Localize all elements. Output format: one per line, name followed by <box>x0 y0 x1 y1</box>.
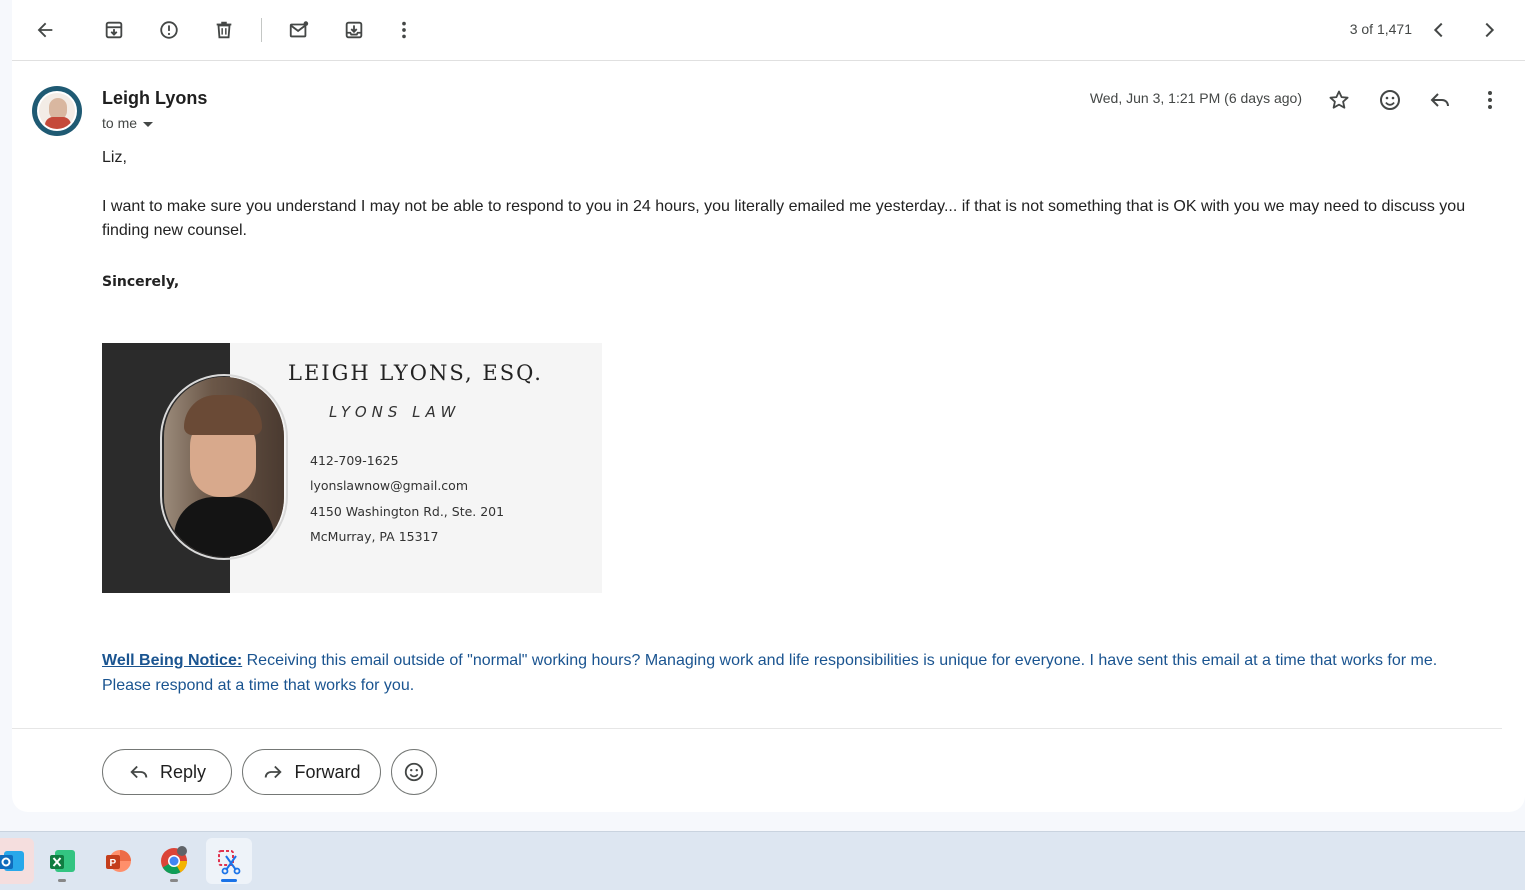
chevron-left-icon <box>1433 22 1443 38</box>
taskbar-powerpoint[interactable]: P <box>95 838 141 884</box>
toolbar-divider <box>261 18 262 42</box>
signature-photo <box>164 377 284 557</box>
more-vert-icon <box>1488 91 1492 109</box>
signature-address-line2: McMurray, PA 15317 <box>310 529 439 544</box>
signature-name: LEIGH LYONS, ESQ. <box>288 361 543 385</box>
email-toolbar: 3 of 1,471 <box>12 0 1525 61</box>
reply-icon <box>1430 93 1449 107</box>
delete-icon <box>216 21 232 39</box>
signature-card: LEIGH LYONS, ESQ. LYONS LAW 412-709-1625… <box>102 343 602 593</box>
more-vert-icon <box>402 21 406 39</box>
message-more-button[interactable] <box>1470 80 1510 120</box>
sender-name[interactable]: Leigh Lyons <box>102 88 207 109</box>
back-arrow-icon <box>37 22 53 38</box>
to-me-label: to me <box>102 115 138 131</box>
greeting: Liz, <box>102 149 127 166</box>
windows-taskbar: P <box>0 831 1525 890</box>
star-icon <box>1329 90 1349 109</box>
message-date: Wed, Jun 3, 1:21 PM (6 days ago) <box>1089 90 1302 106</box>
pager-count: 3 of 1,471 <box>1349 21 1412 37</box>
reply-button[interactable] <box>1420 80 1460 120</box>
emoji-reaction-button[interactable] <box>391 749 437 795</box>
signature-address-line1: 4150 Washington Rd., Ste. 201 <box>310 504 505 519</box>
running-indicator <box>58 879 66 882</box>
closing: Sincerely, <box>102 274 180 290</box>
forward-icon <box>265 765 283 779</box>
excel-icon <box>50 850 75 872</box>
newer-button[interactable] <box>1419 12 1459 48</box>
archive-button[interactable] <box>94 12 134 48</box>
reply-label: Reply <box>159 761 207 782</box>
outlook-icon <box>0 851 24 871</box>
signature-phone: 412-709-1625 <box>310 453 399 468</box>
star-button[interactable] <box>1319 80 1359 120</box>
avatar-photo <box>37 91 77 131</box>
report-spam-button[interactable] <box>149 12 189 48</box>
emoji-icon <box>404 762 424 782</box>
mark-unread-icon <box>289 21 309 38</box>
mark-unread-button[interactable] <box>279 12 319 48</box>
active-indicator <box>221 879 237 882</box>
signature-email: lyonslawnow@gmail.com <box>310 478 468 493</box>
avatar[interactable] <box>32 86 82 136</box>
signature-firm: LYONS LAW <box>329 403 461 421</box>
archive-icon <box>105 21 123 39</box>
reply-action-button[interactable]: Reply <box>102 749 232 795</box>
report-spam-icon <box>160 21 178 39</box>
forward-action-button[interactable]: Forward <box>242 749 381 795</box>
add-reaction-button[interactable] <box>1370 80 1410 120</box>
svg-text:P: P <box>110 858 117 869</box>
move-to-button[interactable] <box>334 12 374 48</box>
chevron-right-icon <box>1485 22 1495 38</box>
well-being-notice: Well Being Notice: Receiving this email … <box>102 648 1482 698</box>
notice-link[interactable]: Well Being Notice: <box>102 652 242 669</box>
forward-label: Forward <box>294 761 361 782</box>
taskbar-outlook[interactable] <box>0 838 34 884</box>
move-to-icon <box>345 21 363 39</box>
running-indicator <box>170 879 178 882</box>
emoji-icon <box>1380 90 1400 110</box>
reply-icon <box>130 765 148 779</box>
older-button[interactable] <box>1469 12 1509 48</box>
taskbar-snipping-tool[interactable] <box>206 838 252 884</box>
chevron-down-icon[interactable] <box>143 121 154 127</box>
taskbar-chrome[interactable] <box>151 838 197 884</box>
notice-text: Receiving this email outside of "normal"… <box>102 652 1438 694</box>
back-button[interactable] <box>25 12 65 48</box>
powerpoint-icon: P <box>106 850 131 872</box>
delete-button[interactable] <box>204 12 244 48</box>
recipient-details[interactable]: to me <box>102 115 154 131</box>
taskbar-excel[interactable] <box>39 838 85 884</box>
reply-divider <box>12 728 1502 729</box>
chrome-icon <box>161 846 188 875</box>
snipping-tool-icon <box>218 850 241 875</box>
email-view: 3 of 1,471 Leigh Lyons to me Wed, Jun 3,… <box>12 0 1525 812</box>
message-paragraph: I want to make sure you understand I may… <box>102 198 1466 239</box>
more-options-button[interactable] <box>384 12 424 48</box>
